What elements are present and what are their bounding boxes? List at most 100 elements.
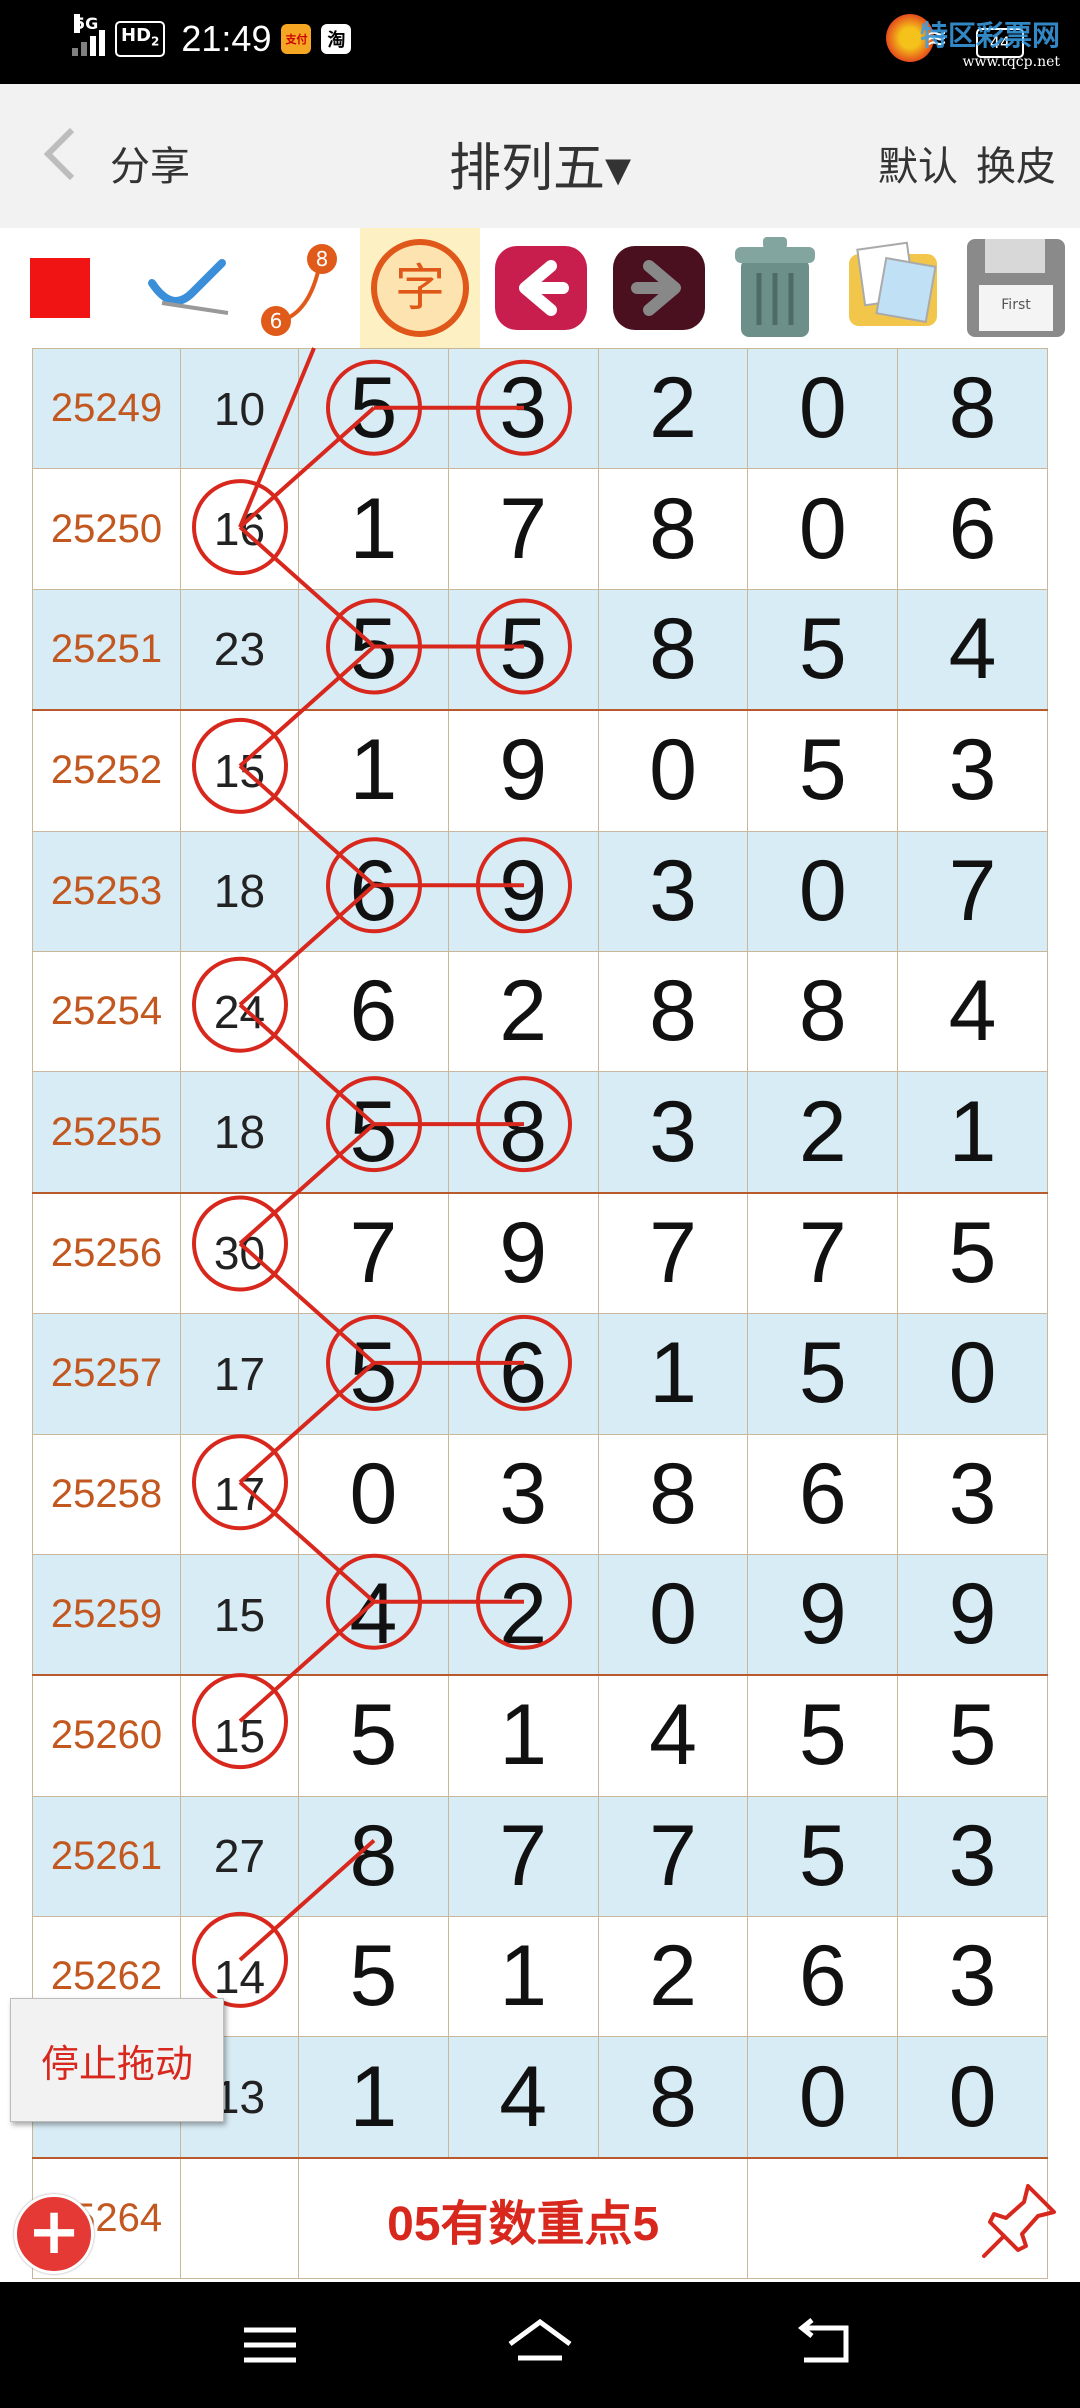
character-icon[interactable]: 字 [360,228,480,348]
sum-value[interactable]: 23 [180,588,299,711]
forward-arrow-icon[interactable] [604,228,714,348]
digit-cell[interactable]: 3 [447,1433,599,1555]
digit-cell[interactable]: 0 [747,830,899,952]
digit-cell[interactable]: 8 [747,950,899,1073]
digit-cell[interactable]: 3 [597,830,749,952]
sum-value[interactable]: 18 [180,1071,299,1194]
digit-cell[interactable]: 1 [447,1674,599,1797]
digit-cell[interactable]: 9 [447,830,599,952]
digit-cell[interactable]: 1 [298,468,449,590]
digit-cell[interactable]: 7 [447,468,599,590]
digit-cell[interactable]: 3 [897,1433,1048,1555]
digit-cell[interactable]: 0 [597,1553,749,1676]
sum-value[interactable]: 30 [180,1191,299,1315]
trash-icon[interactable] [720,228,830,348]
digit-cell[interactable]: 0 [298,1433,449,1555]
add-button-icon[interactable]: + [14,2194,94,2274]
digit-cell[interactable]: 9 [447,1191,599,1315]
digit-cell[interactable]: 6 [298,830,449,952]
digit-cell[interactable]: 6 [897,468,1048,590]
digit-cell[interactable]: 8 [597,1433,749,1555]
digit-cell[interactable]: 0 [747,348,899,470]
back-icon[interactable] [784,2312,864,2378]
pen-icon[interactable] [140,228,240,348]
digit-cell[interactable]: 4 [447,2036,599,2159]
digit-cell[interactable]: 0 [747,2036,899,2159]
digit-cell[interactable]: 5 [747,1313,899,1435]
default-button[interactable]: 默认 [878,134,958,192]
sum-value[interactable]: 15 [180,709,299,832]
digit-cell[interactable]: 7 [298,1191,449,1315]
digit-cell[interactable]: 2 [747,1071,899,1194]
sum-value[interactable]: 16 [180,468,299,590]
sum-value[interactable]: 17 [180,1313,299,1435]
save-disk-icon[interactable]: First [958,228,1074,348]
sum-value[interactable]: 10 [180,348,299,470]
digit-cell[interactable]: 3 [897,709,1048,832]
digit-cell[interactable]: 0 [897,1313,1048,1435]
note-text[interactable]: 05有数重点5 [297,2156,749,2280]
digit-cell[interactable]: 5 [298,1071,449,1194]
digit-cell[interactable]: 8 [447,1071,599,1194]
digit-cell[interactable]: 5 [897,1191,1048,1315]
digit-cell[interactable]: 5 [747,1674,899,1797]
digit-cell[interactable]: 1 [897,1071,1048,1194]
digit-cell[interactable]: 3 [897,1795,1048,1918]
digit-cell[interactable]: 4 [897,588,1048,711]
sum-value[interactable]: 15 [180,1553,299,1676]
digit-cell[interactable]: 4 [597,1674,749,1797]
digit-cell[interactable]: 8 [897,348,1048,470]
digit-cell[interactable]: 1 [298,2036,449,2159]
digit-cell[interactable]: 8 [597,2036,749,2159]
digit-cell[interactable]: 5 [298,1916,449,2038]
digit-cell[interactable]: 1 [597,1313,749,1435]
digit-cell[interactable]: 4 [897,950,1048,1073]
digit-cell[interactable]: 5 [298,1674,449,1797]
digit-cell[interactable]: 5 [747,1795,899,1918]
numbered-line-icon[interactable]: 8 6 [250,228,350,348]
digit-cell[interactable]: 1 [298,709,449,832]
digit-cell[interactable]: 6 [747,1916,899,2038]
digit-cell[interactable]: 7 [897,830,1048,952]
digit-cell[interactable]: 7 [597,1795,749,1918]
digit-cell[interactable]: 8 [597,468,749,590]
digit-cell[interactable]: 2 [597,1916,749,2038]
digit-cell[interactable]: 1 [447,1916,599,2038]
digit-cell[interactable]: 5 [747,709,899,832]
digit-cell[interactable]: 8 [597,950,749,1073]
sum-value[interactable]: 24 [180,950,299,1073]
digit-cell[interactable]: 5 [447,588,599,711]
red-square-icon[interactable] [30,258,90,318]
digit-cell[interactable]: 8 [597,588,749,711]
digit-cell[interactable]: 5 [298,348,449,470]
change-skin-button[interactable]: 换皮 [976,134,1056,192]
home-icon[interactable] [500,2312,580,2378]
digit-cell[interactable]: 5 [298,588,449,711]
images-icon[interactable] [838,228,948,348]
digit-cell[interactable]: 3 [897,1916,1048,2038]
digit-cell[interactable]: 2 [597,348,749,470]
sum-value[interactable]: 17 [180,1433,299,1555]
sum-value[interactable]: 15 [180,1674,299,1797]
digit-cell[interactable]: 0 [597,709,749,832]
digit-cell[interactable]: 5 [897,1674,1048,1797]
digit-cell[interactable]: 2 [447,1553,599,1676]
digit-cell[interactable]: 7 [747,1191,899,1315]
digit-cell[interactable]: 4 [298,1553,449,1676]
menu-icon[interactable] [230,2312,310,2378]
digit-cell[interactable]: 6 [747,1433,899,1555]
digit-cell[interactable]: 6 [447,1313,599,1435]
digit-cell[interactable]: 2 [447,950,599,1073]
sum-value[interactable]: 27 [180,1795,299,1918]
digit-cell[interactable]: 8 [298,1795,449,1918]
pin-icon[interactable] [978,2180,1060,2262]
digit-cell[interactable]: 3 [597,1071,749,1194]
digit-cell[interactable]: 6 [298,950,449,1073]
stop-drag-button[interactable]: 停止拖动 [10,1998,224,2122]
digit-cell[interactable]: 7 [597,1191,749,1315]
digit-cell[interactable]: 0 [747,468,899,590]
digit-cell[interactable]: 0 [897,2036,1048,2159]
sum-value[interactable]: 18 [180,830,299,952]
back-arrow-icon[interactable] [488,228,594,348]
digit-cell[interactable]: 9 [447,709,599,832]
